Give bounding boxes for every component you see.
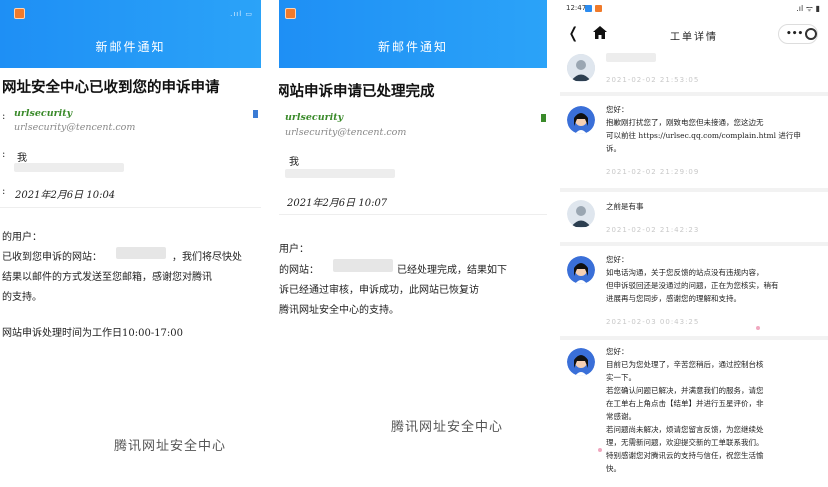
message-line: 常感谢。 [606,412,636,421]
redacted-address [14,163,124,172]
email-date: 2021年2月6日 10:07 [287,198,388,209]
decoration-dot [598,448,602,452]
sender-name[interactable]: urlsecurity [285,112,343,123]
status-bar: 12:47 .ıl ᯤ ▮ [560,0,828,18]
avatar-icon [567,54,595,82]
redacted-site [333,259,393,272]
date-prefix: : [2,186,6,197]
close-circle-icon[interactable] [805,28,817,40]
processing-hours: 网站申诉处理时间为工作日10:00-17:00 [2,328,184,339]
bookmark-icon[interactable] [541,114,546,122]
body-line-1b: ，我们将尽快处 [172,252,242,263]
email-signature: 腾讯网址安全中心 [391,420,504,435]
to-prefix: : [2,149,6,160]
message-timestamp: 2021-02-02 21:42:23 [606,226,700,234]
redacted-username [606,53,656,62]
ticket-message: 之前是有事 2021-02-02 21:42:23 [560,192,828,242]
message-line: 实一下。 [606,373,636,382]
body-line-2: 结果以邮件的方式发送至您邮箱，感谢您对腾讯 [2,272,212,283]
email-subject: 网址安全中心已收到您的申诉申请 [2,79,220,96]
status-time: 12:47 [566,4,587,12]
to-recipient: 我 [289,157,299,168]
email-panel-received: .ııl ▭ 新邮件通知 网址安全中心已收到您的申诉申请 : urlsecuri… [0,0,261,487]
decoration-dot [756,326,760,330]
email-header-bar: .ııl ▭ 新邮件通知 [0,0,261,68]
app-icon [285,8,296,19]
ticket-detail-panel: 12:47 .ıl ᯤ ▮ ❬ 工单详情 ••• 2021-02-02 21:5… [560,0,828,487]
message-line: 若您确认问题已解决，并满意我们的服务，请您 [606,386,764,395]
message-line: 诉。 [606,144,621,153]
nav-bar: ❬ 工单详情 ••• [560,18,828,50]
from-prefix: : [2,111,6,122]
sender-email[interactable]: urlsecurity@tencent.com [285,127,406,138]
message-line: 您好： [606,347,629,356]
ticket-message: 您好： 抱歉刚打扰您了，刚致电您但未接通，您这边无 可以前往 https://u… [560,96,828,188]
to-recipient: 我 [17,153,27,164]
signal-icon: .ııl ▭ [230,10,253,18]
header-title: 新邮件通知 [95,40,166,54]
email-header-bar: 新邮件通知 [279,0,547,68]
message-timestamp: 2021-02-02 21:29:09 [606,168,700,176]
body-line-1: 的网站： [279,265,319,276]
header-title: 新邮件通知 [377,40,448,54]
capsule-menu: ••• [778,24,818,44]
body-line-1: 已收到您申诉的网站： [2,252,102,263]
message-line: 您好： [606,105,629,114]
email-signature: 腾讯网址安全中心 [114,439,227,454]
divider [0,207,261,208]
message-line: 抱歉刚打扰您了，刚致电您但未接通，您这边无 [606,118,764,127]
message-line: 可以前往 https://urlsec.qq.com/complain.html… [606,131,801,140]
ticket-message: 您好： 如电话沟通，关于您反馈的站点没有违规内容， 但申诉驳回还是没通过的问题，… [560,246,828,336]
message-line: 之前是有事 [606,202,644,211]
avatar-icon [567,106,595,134]
email-panel-processed: 新邮件通知 网站申诉申请已处理完成 urlsecurity urlsecurit… [279,0,547,487]
app-icon [595,5,602,12]
message-line: 在工单右上角点击【结单】并进行五星评价，非 [606,399,764,408]
message-line: 若问题尚未解决，烦请您留言反馈，为您继续处 [606,425,764,434]
sender-name[interactable]: urlsecurity [14,108,72,119]
app-icon [585,5,592,12]
ticket-message: 2021-02-02 21:53:05 [560,50,828,92]
body-line-3: 腾讯网址安全中心的支持。 [279,305,399,316]
body-line-3: 的支持。 [2,292,42,303]
avatar-icon [567,256,595,284]
redacted-site [116,247,166,259]
message-line: 进展再与您同步，感谢您的理解和支持。 [606,294,741,303]
greeting: 用户： [279,244,309,255]
greeting: 的用户： [2,232,42,243]
message-timestamp: 2021-02-02 21:53:05 [606,76,700,84]
avatar-icon [567,200,595,228]
message-line: 您好： [606,255,629,264]
avatar-icon [567,348,595,376]
message-line: 特别感谢您对腾讯云的支持与信任，祝您生活愉 [606,451,764,460]
sender-email[interactable]: urlsecurity@tencent.com [14,122,135,133]
message-line: 但申诉驳回还是没通过的问题，正在为您核实，稍有 [606,281,779,290]
signal-icon: .ıl ᯤ ▮ [796,4,820,13]
body-line-2: 诉已经通过审核，申诉成功，此网站已恢复访 [279,285,479,296]
app-icon [14,8,25,19]
redacted-address [285,169,395,178]
ticket-message: 您好： 目前已为您处理了，辛苦您稍后，通过控制台核 实一下。 若您确认问题已解决… [560,340,828,487]
email-subject: 网站申诉申请已处理完成 [279,83,435,100]
message-line: 理，无需新问题，欢迎提交新的工单联系我们。 [606,438,764,447]
message-line: 目前已为您处理了，辛苦您稍后，通过控制台核 [606,360,764,369]
bookmark-icon[interactable] [253,110,258,118]
body-line-1b: 已经处理完成，结果如下 [397,265,507,276]
email-date: 2021年2月6日 10:04 [15,190,116,201]
message-line: 如电话沟通，关于您反馈的站点没有违规内容， [606,268,764,277]
more-icon[interactable]: ••• [786,29,803,39]
message-timestamp: 2021-02-03 00:43:25 [606,318,700,326]
message-line: 快。 [606,464,621,473]
divider [279,214,547,215]
